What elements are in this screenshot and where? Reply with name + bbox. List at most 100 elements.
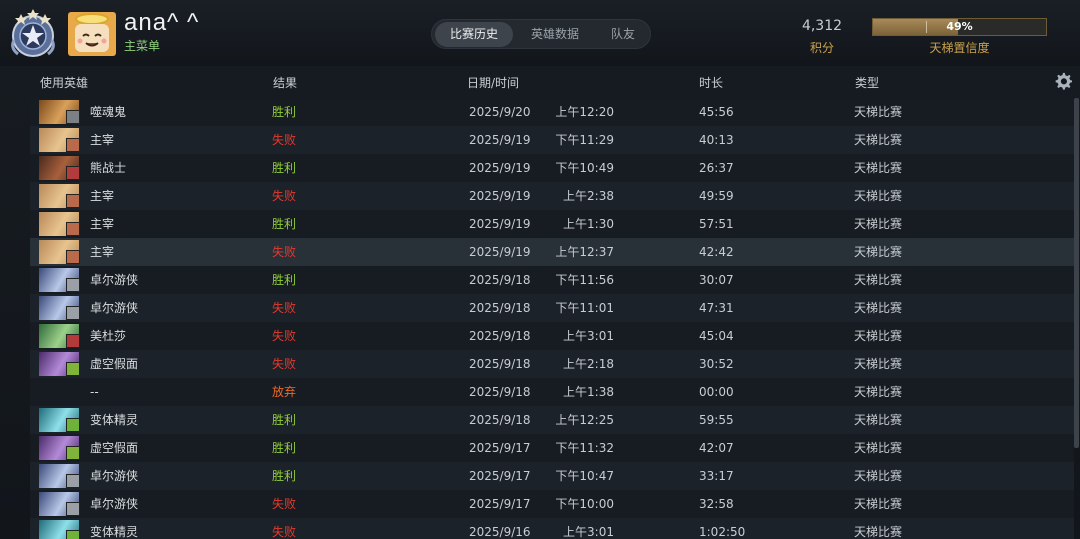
match-result: 失败 xyxy=(272,189,297,203)
match-row[interactable]: 虚空假面 胜利 2025/9/17 下午11:32 42:07 天梯比赛 xyxy=(30,434,1074,462)
sword-icon xyxy=(66,166,80,180)
match-time: 下午11:56 xyxy=(555,273,614,287)
match-duration: 30:52 xyxy=(699,357,734,371)
match-date: 2025/9/18 xyxy=(469,357,531,371)
tab-hero-stats[interactable]: 英雄数据 xyxy=(517,22,593,47)
match-row[interactable]: 主宰 失败 2025/9/19 上午2:38 49:59 天梯比赛 xyxy=(30,182,1074,210)
match-duration: 00:00 xyxy=(699,385,734,399)
match-date: 2025/9/17 xyxy=(469,497,531,511)
match-date: 2025/9/19 xyxy=(469,217,531,231)
column-header-type[interactable]: 类型 xyxy=(855,74,879,91)
avatar[interactable] xyxy=(68,12,116,56)
wand-icon xyxy=(66,278,80,292)
match-type: 天梯比赛 xyxy=(854,525,903,539)
confidence-bar: 49% xyxy=(872,18,1047,36)
column-header-datetime[interactable]: 日期/时间 xyxy=(467,74,519,91)
column-header-result[interactable]: 结果 xyxy=(273,74,297,91)
match-type: 天梯比赛 xyxy=(854,469,903,483)
column-header-hero[interactable]: 使用英雄 xyxy=(40,74,88,91)
match-row[interactable]: 变体精灵 失败 2025/9/16 上午3:01 1:02:50 天梯比赛 xyxy=(30,518,1074,539)
score-label: 积分 xyxy=(809,41,834,55)
match-time: 下午10:47 xyxy=(555,469,614,483)
hero-name: 变体精灵 xyxy=(90,525,139,539)
gear-icon[interactable] xyxy=(1054,72,1072,90)
match-date: 2025/9/18 xyxy=(469,301,531,315)
match-row[interactable]: 噬魂鬼 胜利 2025/9/20 上午12:20 45:56 天梯比赛 xyxy=(30,98,1074,126)
wand-icon xyxy=(66,306,80,320)
match-type: 天梯比赛 xyxy=(854,357,903,371)
timer-icon xyxy=(66,138,80,152)
match-result: 失败 xyxy=(272,497,297,511)
match-duration: 59:55 xyxy=(699,413,734,427)
match-history-screen: ana^ ^ 主菜单 比赛历史 英雄数据 队友 4,312 积分 49% 天梯置… xyxy=(0,0,1080,539)
match-row[interactable]: 主宰 失败 2025/9/19 上午12:37 42:42 天梯比赛 xyxy=(30,238,1074,266)
match-time: 下午11:32 xyxy=(555,441,614,455)
tab-match-history[interactable]: 比赛历史 xyxy=(435,22,513,47)
match-type: 天梯比赛 xyxy=(854,217,903,231)
match-result: 胜利 xyxy=(272,441,297,455)
match-row[interactable]: 虚空假面 失败 2025/9/18 上午2:18 30:52 天梯比赛 xyxy=(30,350,1074,378)
rank-medal-icon xyxy=(11,9,55,57)
profile-header: ana^ ^ 主菜单 比赛历史 英雄数据 队友 4,312 积分 49% 天梯置… xyxy=(0,0,1080,66)
match-row[interactable]: 主宰 失败 2025/9/19 下午11:29 40:13 天梯比赛 xyxy=(30,126,1074,154)
match-row[interactable]: -- 放弃 2025/9/18 上午1:38 00:00 天梯比赛 xyxy=(30,378,1074,406)
match-duration: 32:58 xyxy=(699,497,734,511)
match-date: 2025/9/18 xyxy=(469,273,531,287)
timer-icon xyxy=(66,250,80,264)
main-menu-link[interactable]: 主菜单 xyxy=(124,37,160,54)
match-row[interactable]: 变体精灵 胜利 2025/9/18 上午12:25 59:55 天梯比赛 xyxy=(30,406,1074,434)
match-type: 天梯比赛 xyxy=(854,245,903,259)
match-time: 上午12:20 xyxy=(555,105,614,119)
match-duration: 33:17 xyxy=(699,469,734,483)
match-result: 失败 xyxy=(272,245,297,259)
match-time: 上午2:18 xyxy=(563,357,614,371)
match-duration: 49:59 xyxy=(699,189,734,203)
match-row[interactable]: 卓尔游侠 胜利 2025/9/18 下午11:56 30:07 天梯比赛 xyxy=(30,266,1074,294)
column-header-duration[interactable]: 时长 xyxy=(699,74,723,91)
match-result: 胜利 xyxy=(272,161,297,175)
timer-icon xyxy=(66,222,80,236)
match-row[interactable]: 主宰 胜利 2025/9/19 上午1:30 57:51 天梯比赛 xyxy=(30,210,1074,238)
tab-teammates[interactable]: 队友 xyxy=(597,22,649,47)
match-time: 上午2:38 xyxy=(563,189,614,203)
match-date: 2025/9/17 xyxy=(469,469,531,483)
hero-name: 主宰 xyxy=(90,217,115,231)
match-duration: 42:07 xyxy=(699,441,734,455)
match-result: 失败 xyxy=(272,329,297,343)
hero-name: 主宰 xyxy=(90,133,115,147)
match-type: 天梯比赛 xyxy=(854,385,903,399)
match-result: 胜利 xyxy=(272,413,297,427)
hero-name: 虚空假面 xyxy=(90,441,139,455)
match-row[interactable]: 熊战士 胜利 2025/9/19 下午10:49 26:37 天梯比赛 xyxy=(30,154,1074,182)
match-row[interactable]: 卓尔游侠 胜利 2025/9/17 下午10:47 33:17 天梯比赛 xyxy=(30,462,1074,490)
match-result: 失败 xyxy=(272,133,297,147)
match-date: 2025/9/18 xyxy=(469,385,531,399)
match-result: 失败 xyxy=(272,525,297,539)
match-date: 2025/9/18 xyxy=(469,329,531,343)
match-result: 放弃 xyxy=(272,385,297,399)
match-type: 天梯比赛 xyxy=(854,161,903,175)
match-date: 2025/9/19 xyxy=(469,189,531,203)
hero-name: 卓尔游侠 xyxy=(90,273,139,287)
ring-icon xyxy=(66,446,80,460)
match-type: 天梯比赛 xyxy=(854,273,903,287)
scrollbar[interactable] xyxy=(1074,98,1079,448)
hero-name: 主宰 xyxy=(90,189,115,203)
match-time: 上午3:01 xyxy=(563,329,614,343)
arrow-icon xyxy=(66,334,80,348)
view-tabs: 比赛历史 英雄数据 队友 xyxy=(431,19,651,49)
match-row[interactable]: 卓尔游侠 失败 2025/9/18 下午11:01 47:31 天梯比赛 xyxy=(30,294,1074,322)
match-date: 2025/9/18 xyxy=(469,413,531,427)
match-date: 2025/9/19 xyxy=(469,133,531,147)
match-duration: 40:13 xyxy=(699,133,734,147)
match-duration: 26:37 xyxy=(699,161,734,175)
match-row[interactable]: 美杜莎 失败 2025/9/18 上午3:01 45:04 天梯比赛 xyxy=(30,322,1074,350)
match-row[interactable]: 卓尔游侠 失败 2025/9/17 下午10:00 32:58 天梯比赛 xyxy=(30,490,1074,518)
match-time: 下午11:01 xyxy=(555,301,614,315)
match-type: 天梯比赛 xyxy=(854,189,903,203)
match-result: 胜利 xyxy=(272,105,297,119)
match-duration: 1:02:50 xyxy=(699,525,746,539)
match-type: 天梯比赛 xyxy=(854,133,903,147)
match-duration: 45:56 xyxy=(699,105,734,119)
match-duration: 30:07 xyxy=(699,273,734,287)
